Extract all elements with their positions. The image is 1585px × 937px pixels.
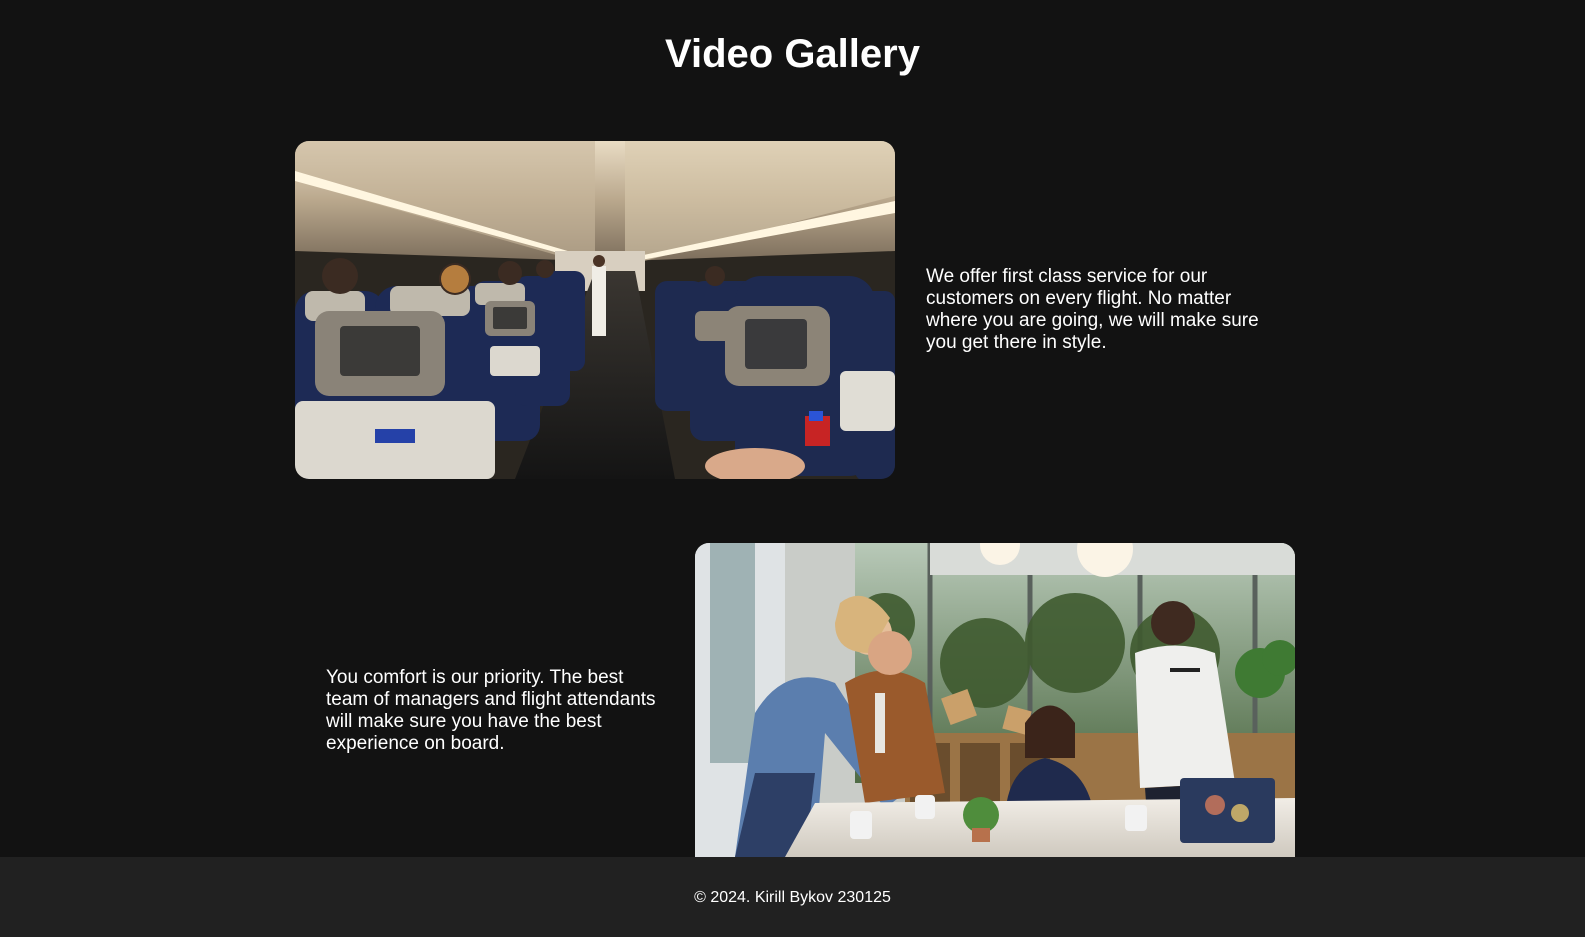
- gallery-caption-2: You comfort is our priority. The best te…: [326, 667, 656, 754]
- office-meeting-image: [695, 543, 1295, 857]
- footer-copyright: © 2024. Kirill Bykov 230125: [694, 889, 891, 906]
- office-meeting-video[interactable]: [695, 543, 1295, 857]
- gallery-caption-1: We offer first class service for our cus…: [926, 266, 1259, 353]
- footer: © 2024. Kirill Bykov 230125: [0, 857, 1585, 937]
- page-title: Video Gallery: [665, 32, 920, 76]
- airplane-cabin-image: [295, 141, 895, 479]
- airplane-cabin-video[interactable]: [295, 141, 895, 479]
- page: Video Gallery We offer first class servi…: [0, 0, 1585, 937]
